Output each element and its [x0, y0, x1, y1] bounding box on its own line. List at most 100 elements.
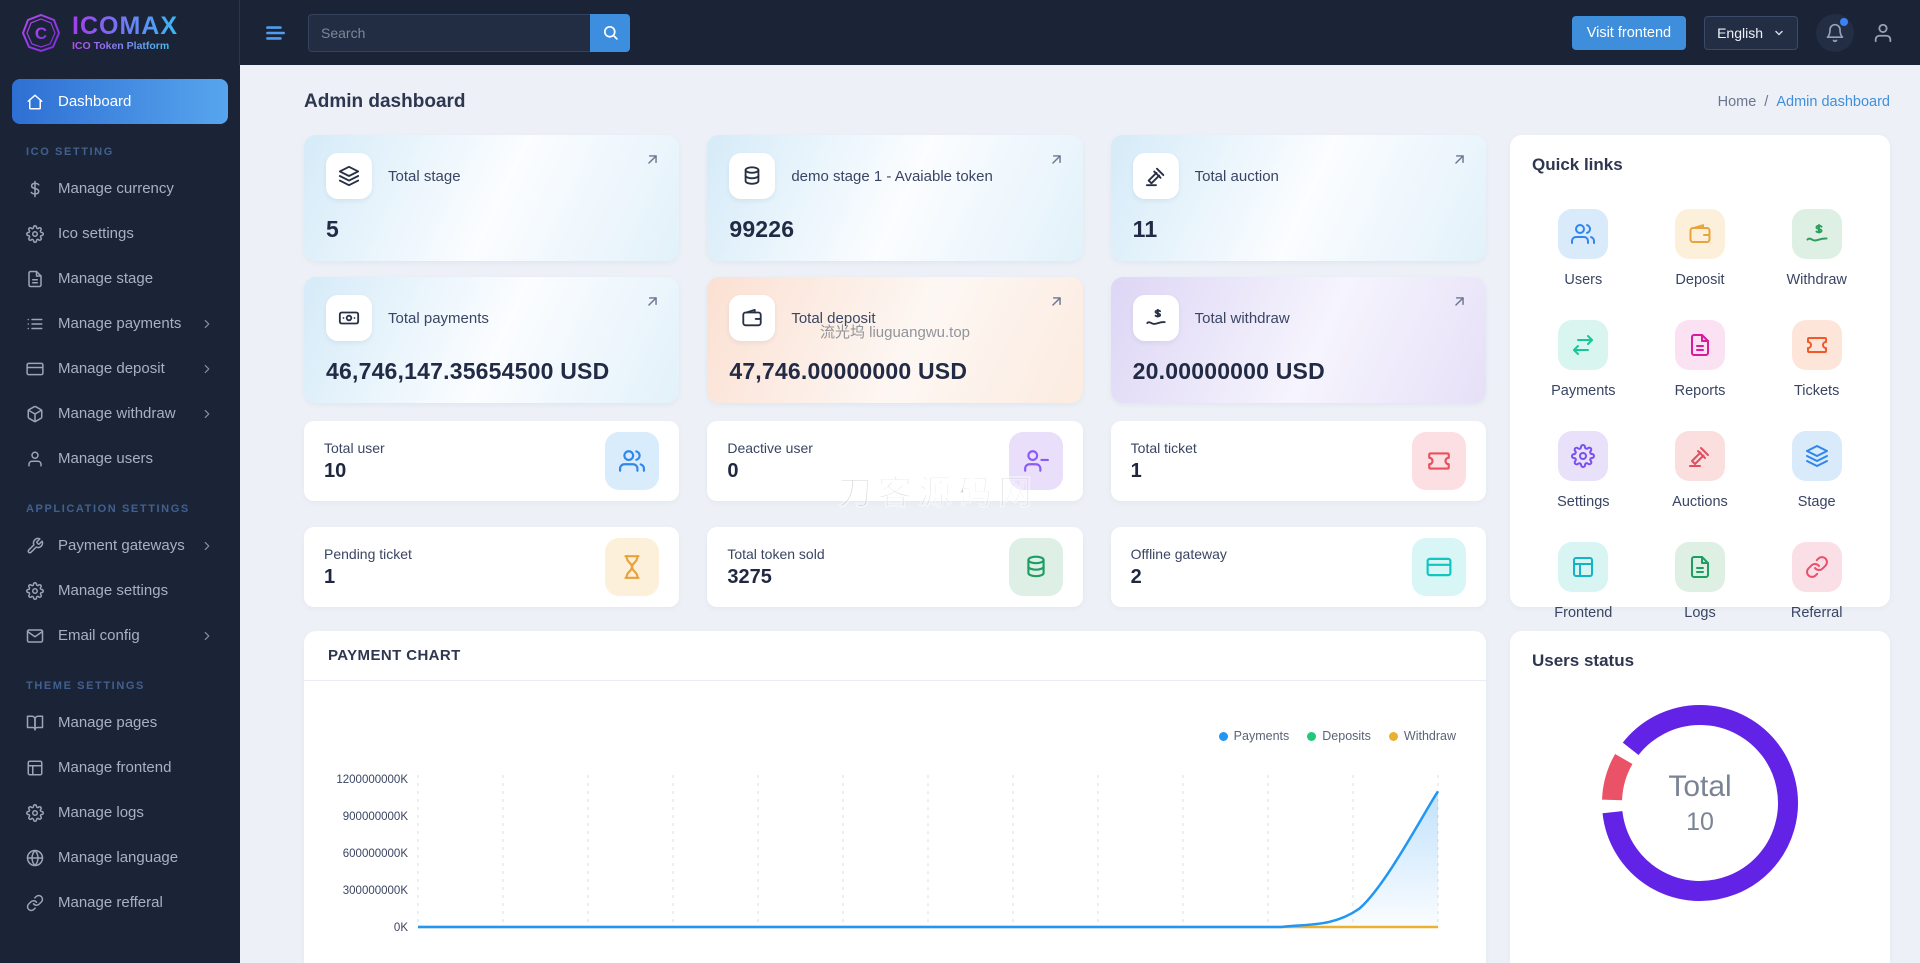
legend-item-deposits[interactable]: Deposits — [1307, 729, 1371, 743]
arrow-up-right-icon[interactable] — [644, 293, 661, 310]
user-profile-icon[interactable] — [1872, 22, 1894, 44]
gear-icon — [26, 224, 44, 243]
sidebar-item-label: Manage users — [58, 450, 154, 467]
sidebar-item-label: Manage payments — [58, 315, 182, 332]
sidebar-item-manage-settings[interactable]: Manage settings — [12, 568, 228, 613]
stat-card-total-token-sold: Total token sold 3275 — [707, 527, 1083, 607]
quick-link-label: Referral — [1790, 605, 1843, 621]
quick-links-title: Quick links — [1532, 155, 1623, 174]
sidebar-item-manage-logs[interactable]: Manage logs — [12, 790, 228, 835]
sidebar-item-manage-deposit[interactable]: Manage deposit — [12, 346, 228, 391]
hand-dollar-icon — [1132, 295, 1179, 341]
quick-link-payments[interactable]: Payments — [1530, 320, 1637, 399]
quick-link-stage[interactable]: Stage — [1763, 431, 1870, 510]
arrow-up-right-icon[interactable] — [1048, 151, 1065, 168]
stat-card-offline-gateway: Offline gateway 2 — [1110, 527, 1486, 607]
quick-link-referral[interactable]: Referral — [1763, 542, 1870, 621]
main-content: Admin dashboard Home / Admin dashboard T… — [240, 65, 1920, 963]
layers-icon — [326, 153, 372, 199]
stat-card-total-stage: Total stage 5 — [304, 135, 680, 261]
quick-link-frontend[interactable]: Frontend — [1530, 542, 1637, 621]
notifications-button[interactable] — [1816, 13, 1854, 52]
sidebar-item-label: Manage language — [58, 849, 179, 866]
stat-card-label: Total user — [324, 439, 385, 456]
quick-link-logs[interactable]: Logs — [1647, 542, 1754, 621]
language-select[interactable]: English — [1704, 15, 1798, 50]
menu-toggle-icon[interactable] — [262, 20, 288, 46]
sidebar-item-label: Manage deposit — [58, 360, 165, 377]
stat-card-value: 3275 — [727, 565, 772, 588]
breadcrumb-home[interactable]: Home — [1718, 94, 1757, 110]
arrow-up-right-icon[interactable] — [1451, 293, 1468, 310]
arrow-up-right-icon[interactable] — [1048, 293, 1065, 310]
quick-links-panel: Quick links Users Deposit Withdraw Payme… — [1510, 135, 1890, 621]
stat-card-demo-stage-1-avaiable-token: demo stage 1 - Avaiable token 99226 — [707, 135, 1083, 261]
quick-link-users[interactable]: Users — [1530, 209, 1637, 288]
quick-link-label: Logs — [1684, 605, 1716, 621]
layout-icon — [26, 759, 44, 777]
credit-card-icon — [26, 360, 44, 378]
users-icon — [1558, 209, 1609, 259]
quick-link-tickets[interactable]: Tickets — [1763, 320, 1870, 399]
wallet-icon — [729, 295, 776, 341]
chevron-right-icon — [200, 407, 214, 421]
sidebar-item-manage-payments[interactable]: Manage payments — [12, 301, 228, 346]
search-button[interactable] — [590, 13, 630, 52]
breadcrumb-separator: / — [1764, 94, 1769, 110]
sidebar-item-label: Dashboard — [58, 93, 132, 110]
sidebar-item-ico-settings[interactable]: Ico settings — [12, 211, 228, 256]
legend-item-payments[interactable]: Payments — [1218, 729, 1289, 743]
legend-item-withdraw[interactable]: Withdraw — [1388, 729, 1456, 743]
legend-dot-icon — [1218, 731, 1228, 741]
brand-logo-icon: C — [20, 12, 62, 54]
sidebar-item-manage-users[interactable]: Manage users — [12, 436, 228, 481]
stat-card-value: 2 — [1130, 565, 1142, 588]
stat-card-total-withdraw: Total withdraw 20.00000000 USD — [1110, 277, 1486, 403]
file-icon — [1674, 320, 1725, 370]
brand: C ICOMAX ICO Token Platform — [0, 0, 240, 65]
svg-text:C: C — [35, 24, 47, 43]
stat-cards-small: Total user 10 Deactive user 0 Total tick… — [304, 421, 1486, 607]
quick-link-settings[interactable]: Settings — [1530, 431, 1637, 510]
list-icon — [26, 315, 44, 333]
sidebar-item-email-config[interactable]: Email config — [12, 613, 228, 658]
quick-link-label: Settings — [1557, 494, 1610, 510]
quick-link-auctions[interactable]: Auctions — [1647, 431, 1754, 510]
quick-link-label: Users — [1564, 272, 1603, 288]
brand-tagline: ICO Token Platform — [72, 41, 178, 52]
sidebar-item-manage-refferal[interactable]: Manage refferal — [12, 880, 228, 925]
chevron-down-icon — [1773, 27, 1785, 39]
quick-link-deposit[interactable]: Deposit — [1647, 209, 1754, 288]
user-icon — [26, 450, 44, 468]
sidebar-item-manage-withdraw[interactable]: Manage withdraw — [12, 391, 228, 436]
sidebar-item-payment-gateways[interactable]: Payment gateways — [12, 523, 228, 568]
sidebar-item-manage-pages[interactable]: Manage pages — [12, 700, 228, 745]
stat-card-value: 47,746.00000000 USD — [729, 358, 968, 384]
stat-card-label: Total payments — [388, 309, 489, 327]
layers-icon — [1791, 431, 1842, 481]
gear-icon — [26, 581, 44, 600]
legend-label: Withdraw — [1403, 729, 1456, 743]
search-input[interactable] — [308, 13, 590, 52]
user-minus-icon — [1008, 432, 1063, 490]
quick-link-reports[interactable]: Reports — [1647, 320, 1754, 399]
arrow-up-right-icon[interactable] — [644, 151, 661, 168]
sidebar-section-heading: THEME SETTINGS — [26, 680, 145, 692]
chevron-right-icon — [200, 539, 214, 553]
visit-frontend-button[interactable]: Visit frontend — [1571, 15, 1687, 50]
arrow-up-right-icon[interactable] — [1451, 151, 1468, 168]
stat-cards-large: Total stage 5 demo stage 1 - Avaiable to… — [304, 135, 1486, 403]
sidebar-item-manage-stage[interactable]: Manage stage — [12, 256, 228, 301]
sidebar-item-manage-frontend[interactable]: Manage frontend — [12, 745, 228, 790]
package-icon — [26, 405, 44, 423]
stat-card-pending-ticket: Pending ticket 1 — [304, 527, 680, 607]
sidebar-item-label: Manage settings — [58, 582, 169, 599]
sidebar-item-label: Manage frontend — [58, 759, 172, 776]
payment-chart-card: PAYMENT CHART Payments Deposits Withdraw… — [304, 631, 1486, 963]
sidebar-item-dashboard[interactable]: Dashboard — [12, 79, 228, 124]
sidebar-item-manage-language[interactable]: Manage language — [12, 835, 228, 880]
stat-card-total-auction: Total auction 11 — [1110, 135, 1486, 261]
quick-link-withdraw[interactable]: Withdraw — [1763, 209, 1870, 288]
gear-icon — [26, 803, 44, 822]
sidebar-item-manage-currency[interactable]: Manage currency — [12, 166, 228, 211]
